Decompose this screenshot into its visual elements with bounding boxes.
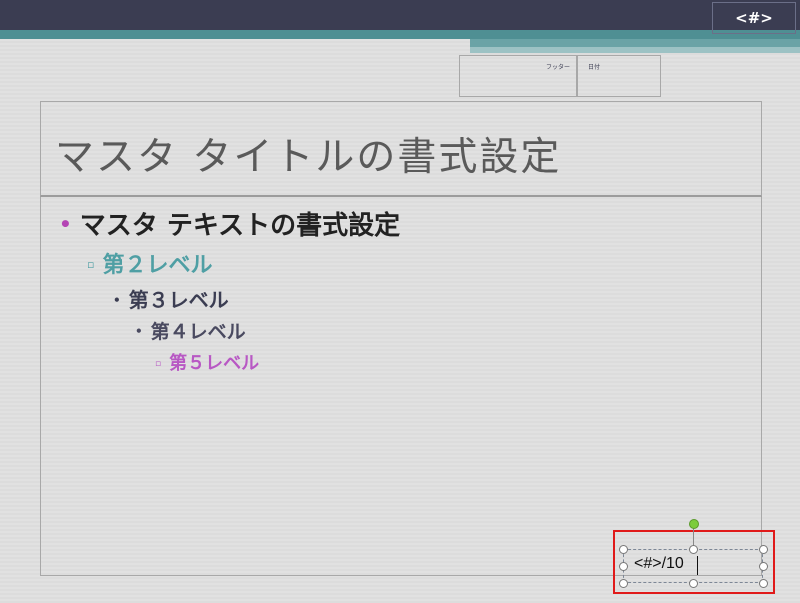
title-placeholder[interactable]: マスタ タイトルの書式設定 xyxy=(40,101,762,197)
footer-label: フッター xyxy=(545,64,570,71)
level-1-bullet: • xyxy=(59,212,72,236)
level-4-item: • 第４レベル xyxy=(135,317,246,344)
level-4-text: 第４レベル xyxy=(150,321,246,343)
footer-placeholder[interactable]: フッター xyxy=(459,55,577,97)
level-3-text: 第３レベル xyxy=(128,288,229,312)
level-3-bullet: • xyxy=(113,293,121,307)
level-3-item: • 第３レベル xyxy=(113,284,229,313)
resize-handle-bottom-right[interactable] xyxy=(759,579,768,588)
accent-band xyxy=(0,30,800,39)
accent-band-2 xyxy=(470,39,800,47)
slide-number-placeholder[interactable]: <#> xyxy=(712,2,796,34)
resize-handle-top-left[interactable] xyxy=(619,545,628,554)
header-bar xyxy=(0,0,800,30)
slide-number-textbox-text[interactable]: <#>/10 xyxy=(634,555,684,573)
level-1-item: • マスタ テキストの書式設定 xyxy=(59,205,400,242)
level-1-text: マスタ テキストの書式設定 xyxy=(79,211,401,241)
level-5-item: ▫ 第５レベル xyxy=(155,349,259,375)
resize-handle-top-right[interactable] xyxy=(759,545,768,554)
date-placeholder[interactable]: 日付 xyxy=(577,55,661,97)
text-cursor xyxy=(697,556,698,575)
level-5-text: 第５レベル xyxy=(169,353,260,374)
level-2-text: 第２レベル xyxy=(102,252,213,278)
accent-band-3 xyxy=(470,47,800,53)
level-5-bullet: ▫ xyxy=(155,359,162,369)
level-4-bullet: • xyxy=(135,324,143,338)
level-2-item: ▫ 第２レベル xyxy=(87,247,212,279)
level-2-bullet: ▫ xyxy=(87,258,95,271)
rotate-handle[interactable] xyxy=(689,519,699,529)
resize-handle-bottom-left[interactable] xyxy=(619,579,628,588)
resize-handle-left[interactable] xyxy=(619,562,628,571)
title-text: マスタ タイトルの書式設定 xyxy=(55,135,562,180)
date-label: 日付 xyxy=(588,64,601,71)
resize-handle-top[interactable] xyxy=(689,545,698,554)
slide-master-canvas: <#> フッター 日付 マスタ タイトルの書式設定 • マスタ テキストの書式設定… xyxy=(0,0,800,603)
resize-handle-bottom[interactable] xyxy=(689,579,698,588)
body-placeholder[interactable]: • マスタ テキストの書式設定 ▫ 第２レベル • 第３レベル • 第４レベル ▫ 第５レ… xyxy=(40,197,762,576)
resize-handle-right[interactable] xyxy=(759,562,768,571)
